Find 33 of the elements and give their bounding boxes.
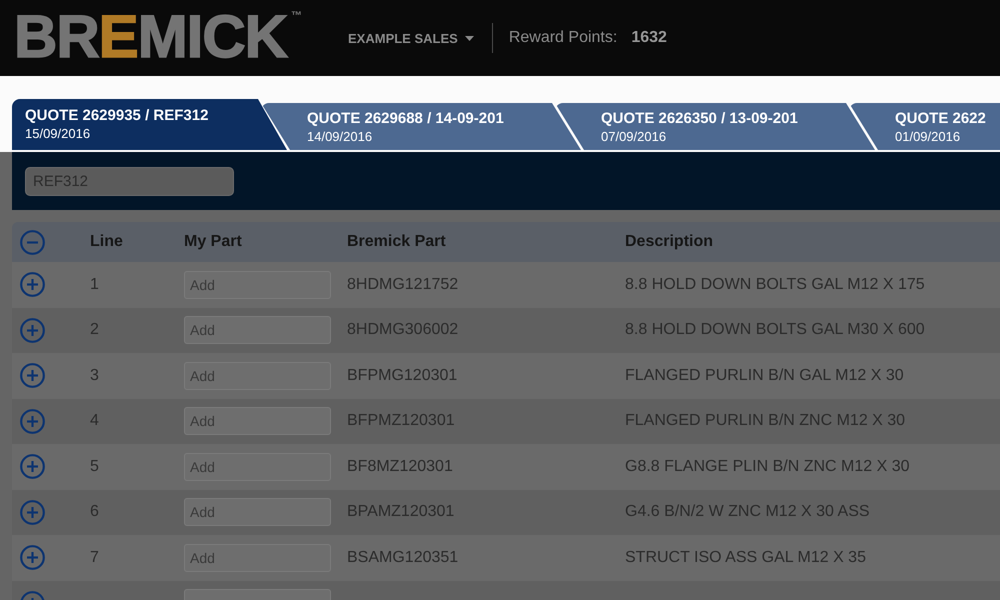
column-header: My Part — [184, 233, 242, 251]
plus-circle-icon[interactable] — [20, 363, 45, 388]
quote-tab[interactable]: QUOTE 2629688 / 14-09-201 14/09/2016 — [261, 103, 581, 150]
line-number-cell: 1 — [90, 276, 99, 293]
column-header: Line — [90, 233, 123, 251]
brand-logo: BREMICK™ — [14, 7, 302, 67]
plus-circle-icon[interactable] — [20, 272, 45, 298]
account-menu-button[interactable]: EXAMPLE SALES — [348, 28, 474, 48]
description-cell: G8.8 FLANGE PLIN B/N ZNC M12 X 30 — [625, 458, 910, 475]
plus-circle-icon[interactable] — [20, 545, 45, 570]
column-header: Description — [625, 233, 714, 251]
minus-circle-icon[interactable] — [20, 230, 45, 254]
quote-tab[interactable]: QUOTE 2626350 / 13-09-201 07/09/2016 — [555, 103, 875, 150]
reward-points-value: 1632 — [631, 29, 667, 47]
part-number-cell: BF8MZ120301 — [347, 458, 453, 475]
description-cell: FLANGED PURLIN B/N GAL M12 X 30 — [625, 366, 904, 384]
line-number-cell: 7 — [90, 548, 99, 566]
part-number-cell: BFPMG120301 — [347, 366, 458, 384]
quote-tab[interactable]: QUOTE 2622 01/09/2016 — [849, 103, 1000, 150]
caret-icon — [464, 36, 474, 40]
column-header: Bremick Part — [347, 233, 446, 251]
plus-circle-icon[interactable] — [20, 318, 45, 343]
reward-points-label: Reward Points: — [508, 29, 618, 47]
quote-tab[interactable]: QUOTE 2629935 / REF312 15/09/2016 — [12, 99, 287, 150]
line-number-cell: 3 — [90, 366, 99, 384]
description-cell: 8.8 HOLD DOWN BOLTS GAL M12 X 175 — [625, 276, 925, 293]
plus-circle-icon[interactable] — [20, 408, 45, 434]
description-cell: STRUCT ISO ASS GAL M12 X 35 — [625, 548, 866, 566]
part-number-cell: 8HDMG121752 — [347, 276, 458, 293]
part-number-cell: BSAMG120351 — [347, 548, 458, 566]
plus-circle-icon[interactable] — [20, 454, 45, 480]
line-number-cell: 5 — [90, 458, 99, 475]
plus-circle-icon[interactable] — [20, 500, 45, 525]
